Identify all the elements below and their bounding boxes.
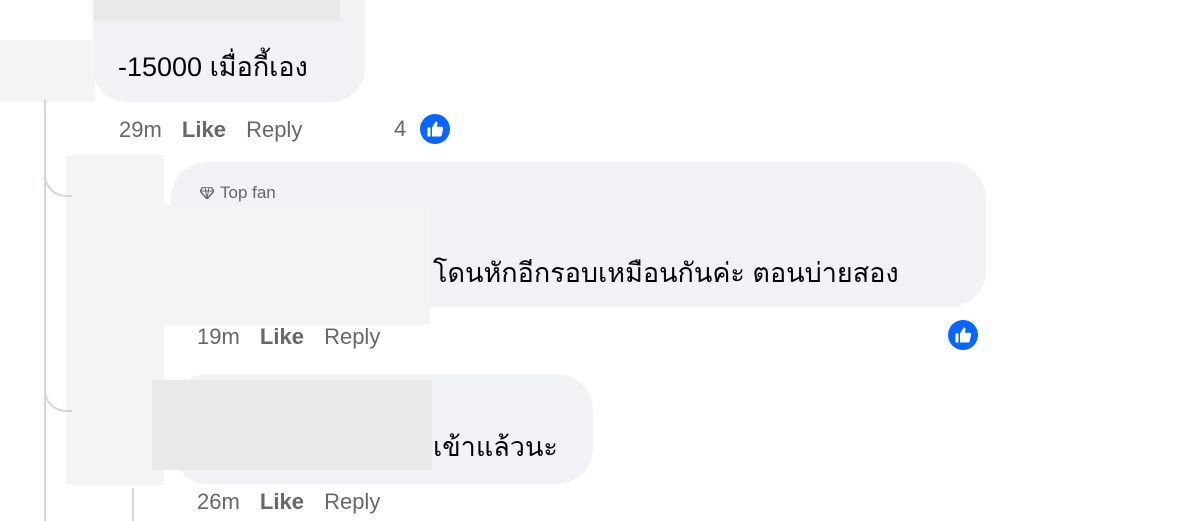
like-button[interactable]: Like: [260, 489, 304, 514]
reply-button[interactable]: Reply: [324, 324, 380, 349]
like-button[interactable]: Like: [260, 324, 304, 349]
comment-timestamp[interactable]: 29m: [119, 117, 162, 142]
comment-bubble: -15000 เมื่อกี้เอง: [93, 0, 365, 102]
top-fan-label: Top fan: [220, 183, 276, 202]
redacted-author-name: [93, 0, 340, 21]
thread-line: [132, 488, 134, 521]
redacted-author-name: [164, 205, 430, 325]
redacted-author-name: [152, 380, 432, 470]
like-thumb-icon[interactable]: [948, 320, 978, 350]
comment-timestamp[interactable]: 26m: [197, 489, 240, 514]
comment-actions: 29m Like Reply: [119, 116, 302, 144]
thread-connector: [44, 140, 72, 197]
comment-text: เข้าแล้วนะ: [433, 432, 558, 462]
reply-button[interactable]: Reply: [246, 117, 302, 142]
reply-button[interactable]: Reply: [324, 489, 380, 514]
diamond-icon: [200, 187, 214, 199]
like-button[interactable]: Like: [182, 117, 226, 142]
like-thumb-icon[interactable]: [420, 114, 450, 144]
top-fan-badge: Top fan: [200, 183, 276, 203]
redacted-area: [0, 40, 95, 102]
comment-text: -15000 เมื่อกี้เอง: [118, 52, 308, 82]
redacted-avatar: [66, 155, 164, 485]
comment-text: โดนหักอีกรอบเหมือนกันค่ะ ตอนบ่ายสอง: [433, 258, 899, 288]
comment-actions: 19m Like Reply: [197, 323, 380, 351]
comment-actions: 26m Like Reply: [197, 488, 380, 516]
reaction-count[interactable]: 4: [394, 116, 406, 142]
comment-timestamp[interactable]: 19m: [197, 324, 240, 349]
thread-connector: [44, 360, 72, 412]
